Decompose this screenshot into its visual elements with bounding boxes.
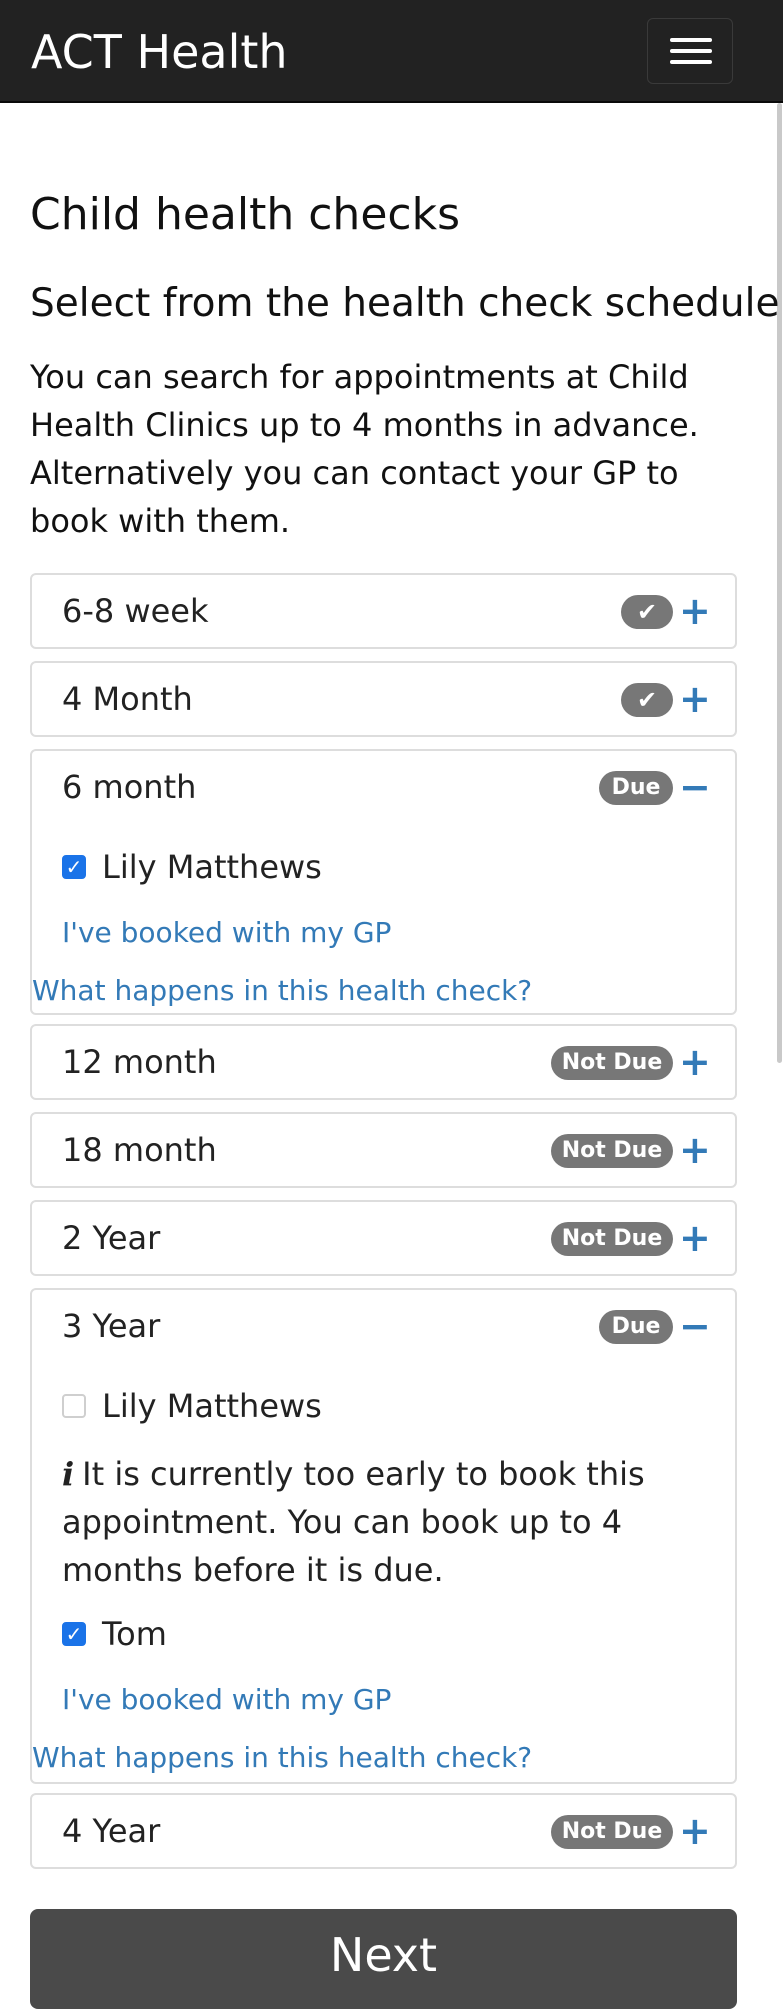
health-check-panel-4-month: 4 Month ✔ + (30, 661, 737, 737)
health-check-panel-6-8-week: 6-8 week ✔ + (30, 573, 737, 649)
what-happens-link[interactable]: What happens in this health check? (32, 971, 532, 1011)
hamburger-icon (670, 38, 712, 42)
expand-plus-icon[interactable]: + (679, 1212, 711, 1264)
panel-title: 2 Year (62, 1219, 161, 1257)
checkbox-checked[interactable]: ✓ (62, 855, 86, 879)
collapse-minus-icon[interactable]: − (679, 1300, 711, 1352)
booked-with-gp-link[interactable]: I've booked with my GP (62, 913, 391, 953)
hamburger-icon (670, 49, 712, 53)
brand-title[interactable]: ACT Health (31, 22, 288, 82)
status-badge: Due (599, 1310, 673, 1344)
expand-plus-icon[interactable]: + (679, 1036, 711, 1088)
section-heading: Select from the health check schedule (30, 281, 780, 326)
panel-title: 6-8 week (62, 592, 209, 630)
panel-header[interactable]: 18 month Not Due + (32, 1114, 735, 1186)
panel-header[interactable]: 12 month Not Due + (32, 1026, 735, 1098)
panel-title: 12 month (62, 1043, 217, 1081)
info-icon: i (62, 1455, 75, 1493)
scrollbar[interactable] (775, 103, 783, 1999)
panel-header[interactable]: 4 Month ✔ + (32, 663, 735, 735)
panel-title: 18 month (62, 1131, 217, 1169)
panel-header[interactable]: 6 month Due − (32, 751, 735, 823)
health-check-panel-6-month: 6 month Due − ✓ Lily Matthews I've booke… (30, 749, 737, 1015)
panel-title: 4 Year (62, 1812, 161, 1850)
status-badge: Not Due (551, 1134, 673, 1168)
child-name: Lily Matthews (102, 1387, 322, 1425)
expand-plus-icon[interactable]: + (679, 585, 711, 637)
navbar: ACT Health (0, 0, 783, 103)
completed-check-icon: ✔ (621, 683, 673, 717)
collapse-minus-icon[interactable]: − (679, 761, 711, 813)
booked-with-gp-link[interactable]: I've booked with my GP (62, 1680, 391, 1720)
completed-check-icon: ✔ (621, 595, 673, 629)
checkbox-checked[interactable]: ✓ (62, 1622, 86, 1646)
health-check-panel-2-year: 2 Year Not Due + (30, 1200, 737, 1276)
hamburger-icon (670, 60, 712, 64)
checkbox-unchecked[interactable] (62, 1394, 86, 1418)
health-check-panel-3-year: 3 Year Due − Lily Matthews i It is curren… (30, 1288, 737, 1784)
health-check-panel-18-month: 18 month Not Due + (30, 1112, 737, 1188)
next-button[interactable]: Next (30, 1909, 737, 2009)
expand-plus-icon[interactable]: + (679, 1124, 711, 1176)
status-badge: Not Due (551, 1815, 673, 1849)
status-badge: Not Due (551, 1046, 673, 1080)
too-early-notice: i It is currently too early to book this … (62, 1450, 712, 1594)
panel-header[interactable]: 4 Year Not Due + (32, 1795, 735, 1867)
panel-title: 4 Month (62, 680, 193, 718)
panel-header[interactable]: 2 Year Not Due + (32, 1202, 735, 1274)
notice-text: It is currently too early to book this a… (62, 1455, 645, 1589)
child-name: Tom (102, 1615, 167, 1653)
intro-text: You can search for appointments at Child… (30, 358, 699, 540)
page-title: Child health checks (30, 189, 460, 240)
scrollbar-thumb[interactable] (777, 103, 782, 1063)
panel-header[interactable]: 6-8 week ✔ + (32, 575, 735, 647)
expand-plus-icon[interactable]: + (679, 1805, 711, 1857)
health-check-panel-12-month: 12 month Not Due + (30, 1024, 737, 1100)
status-badge: Not Due (551, 1222, 673, 1256)
menu-toggle-button[interactable] (647, 18, 733, 84)
child-name: Lily Matthews (102, 848, 322, 886)
status-badge: Due (599, 771, 673, 805)
expand-plus-icon[interactable]: + (679, 673, 711, 725)
panel-header[interactable]: 3 Year Due − (32, 1290, 735, 1362)
health-check-panel-4-year: 4 Year Not Due + (30, 1793, 737, 1869)
what-happens-link[interactable]: What happens in this health check? (32, 1738, 532, 1778)
panel-title: 6 month (62, 768, 197, 806)
panel-title: 3 Year (62, 1307, 161, 1345)
